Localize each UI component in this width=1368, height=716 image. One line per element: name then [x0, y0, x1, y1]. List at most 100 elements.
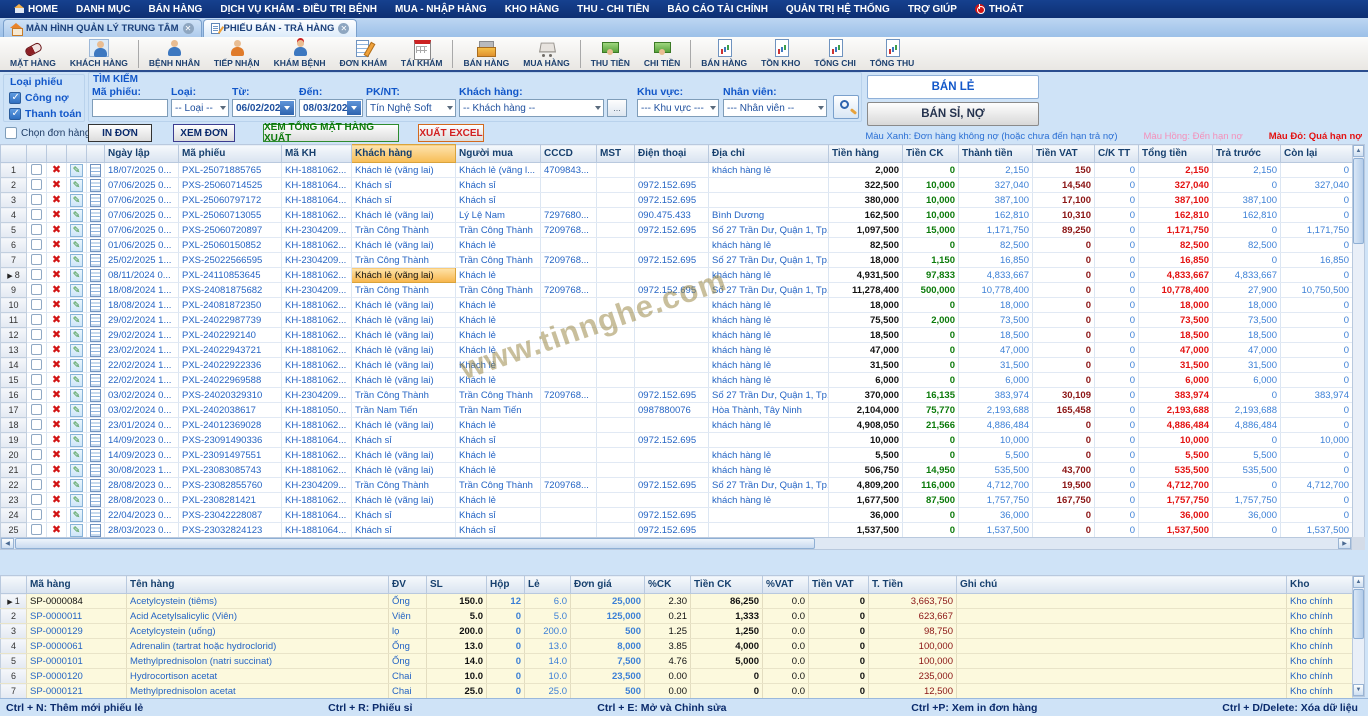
calendar-dropdown-icon[interactable] [280, 101, 294, 115]
menu-ban-hang[interactable]: BÁN HÀNG [139, 4, 211, 15]
in-don-button[interactable]: IN ĐƠN [88, 124, 152, 142]
close-tab-icon[interactable]: ✕ [183, 23, 194, 34]
column-header-mst[interactable]: MST [597, 145, 635, 163]
invoice-row[interactable]: 25✖✎28/03/2023 0...PXS-23032824123KH-188… [1, 523, 1353, 538]
column-header-ten_hang[interactable]: Tên hàng [127, 576, 389, 594]
view-row-icon[interactable] [90, 464, 101, 477]
delete-row-icon[interactable]: ✖ [52, 328, 61, 341]
edit-row-icon[interactable]: ✎ [70, 254, 83, 267]
edit-row-icon[interactable]: ✎ [70, 239, 83, 252]
column-header-thanh_tien[interactable]: Thành tiền [959, 145, 1033, 163]
row-checkbox[interactable] [31, 269, 42, 280]
delete-row-icon[interactable]: ✖ [52, 358, 61, 371]
edit-row-icon[interactable]: ✎ [70, 314, 83, 327]
edit-row-icon[interactable]: ✎ [70, 299, 83, 312]
invoice-row[interactable]: 20✖✎14/09/2023 0...PXL-23091497551KH-188… [1, 448, 1353, 463]
toolbar-tiep-nhan[interactable]: TIẾP NHẬN [207, 37, 267, 70]
column-header-tien_vat[interactable]: Tiền VAT [1033, 145, 1095, 163]
column-header-don_gia[interactable]: Đơn giá [571, 576, 645, 594]
toolbar-ban-hang[interactable]: BÁN HÀNG [456, 37, 516, 70]
toolbar-tong-chi[interactable]: TỔNG CHI [807, 37, 863, 70]
close-tab-icon[interactable]: ✕ [338, 23, 349, 34]
row-checkbox[interactable] [31, 239, 42, 250]
menu-tro-giup[interactable]: TRỢ GIÚP [899, 4, 966, 15]
scroll-up-icon[interactable]: ▲ [1353, 145, 1364, 157]
xem-tong-mat-hang-xuat-button[interactable]: XEM TỔNG MẶT HÀNG XUẤT [263, 124, 399, 142]
row-checkbox[interactable] [31, 404, 42, 415]
column-header-ck_tt[interactable]: C/K TT [1095, 145, 1139, 163]
view-row-icon[interactable] [90, 299, 101, 312]
invoice-row[interactable]: 23✖✎28/08/2023 0...PXL-2308281421KH-1881… [1, 493, 1353, 508]
view-row-icon[interactable] [90, 404, 101, 417]
row-checkbox[interactable] [31, 299, 42, 310]
edit-row-icon[interactable]: ✎ [70, 209, 83, 222]
edit-row-icon[interactable]: ✎ [70, 164, 83, 177]
row-checkbox[interactable] [31, 434, 42, 445]
delete-row-icon[interactable]: ✖ [52, 253, 61, 266]
row-checkbox[interactable] [31, 374, 42, 385]
toolbar-ban-hang-report[interactable]: BÁN HÀNG [694, 37, 754, 70]
view-row-icon[interactable] [90, 479, 101, 492]
edit-row-icon[interactable]: ✎ [70, 494, 83, 507]
invoice-row[interactable]: 12✖✎29/02/2024 1...PXL-2402292140KH-1881… [1, 328, 1353, 343]
edit-row-icon[interactable]: ✎ [70, 179, 83, 192]
xem-don-button[interactable]: XEM ĐƠN [173, 124, 235, 142]
row-checkbox[interactable] [31, 344, 42, 355]
search-button[interactable] [833, 95, 859, 119]
column-header-t_tien[interactable]: T. Tiền [869, 576, 957, 594]
column-header-cccd[interactable]: CCCD [541, 145, 597, 163]
product-row[interactable]: 6SP-0000120Hydrocortison acetatChai10.00… [1, 669, 1353, 684]
khach-hang-more-button[interactable]: ... [607, 99, 627, 117]
xuat-excel-button[interactable]: XUẤT EXCEL [418, 124, 484, 142]
view-row-icon[interactable] [90, 254, 101, 267]
row-checkbox[interactable] [31, 524, 42, 535]
view-row-icon[interactable] [90, 389, 101, 402]
column-header-nguoi_mua[interactable]: Người mua [456, 145, 541, 163]
edit-row-icon[interactable]: ✎ [70, 419, 83, 432]
column-header-con_lai[interactable]: Còn lại [1281, 145, 1353, 163]
scroll-right-icon[interactable]: ▶ [1338, 538, 1351, 549]
invoice-row[interactable]: 2✖✎07/06/2025 0...PXS-25060714525KH-1881… [1, 178, 1353, 193]
den-date-input[interactable]: 08/03/2026 [299, 99, 363, 117]
thanh-toan-checkbox-icon[interactable] [9, 108, 21, 120]
product-row[interactable]: 5SP-0000101Methylprednisolon (natri succ… [1, 654, 1353, 669]
row-checkbox[interactable] [31, 194, 42, 205]
row-checkbox[interactable] [31, 314, 42, 325]
delete-row-icon[interactable]: ✖ [52, 223, 61, 236]
edit-row-icon[interactable]: ✎ [70, 224, 83, 237]
toolbar-mua-hang[interactable]: MUA HÀNG [516, 37, 576, 70]
select-all-header[interactable] [1, 145, 27, 163]
column-header-dien_thoai[interactable]: Điện thoại [635, 145, 709, 163]
invoice-horizontal-scrollbar[interactable]: ◀ ▶ [0, 537, 1352, 550]
view-row-icon[interactable] [90, 524, 101, 537]
view-row-icon[interactable] [90, 344, 101, 357]
row-checkbox[interactable] [31, 479, 42, 490]
invoice-row[interactable]: 4✖✎07/06/2025 0...PXL-25060713055KH-1881… [1, 208, 1353, 223]
row-checkbox[interactable] [31, 389, 42, 400]
delete-row-icon[interactable]: ✖ [52, 388, 61, 401]
column-header-dia_chi[interactable]: Địa chỉ [709, 145, 829, 163]
view-row-icon[interactable] [90, 239, 101, 252]
edit-row-icon[interactable]: ✎ [70, 374, 83, 387]
product-row[interactable]: 3SP-0000129Acetylcystein (uống)lọ200.002… [1, 624, 1353, 639]
select-all-header[interactable] [1, 576, 27, 594]
column-header-tra_truoc[interactable]: Trả trước [1213, 145, 1281, 163]
ban-si-no-button[interactable]: BÁN SỈ, NỢ [867, 102, 1039, 126]
delete-row-icon[interactable]: ✖ [52, 403, 61, 416]
column-header-khach_hang[interactable]: Khách hàng [352, 145, 456, 163]
view-row-icon[interactable] [90, 284, 101, 297]
chon-don-hang-checkbox-icon[interactable] [5, 127, 17, 139]
delete-row-icon[interactable]: ✖ [52, 418, 61, 431]
column-header-ngay_lap[interactable]: Ngày lập [105, 145, 179, 163]
menu-thoat[interactable]: THOÁT [966, 4, 1032, 15]
delete-row-icon[interactable]: ✖ [52, 238, 61, 251]
view-row-icon[interactable] [90, 509, 101, 522]
view-row-icon[interactable] [90, 224, 101, 237]
delete-row-icon[interactable]: ✖ [52, 178, 61, 191]
product-row[interactable]: 2SP-0000011Acid Acetylsalicylic (Viên)Vi… [1, 609, 1353, 624]
row-checkbox[interactable] [31, 509, 42, 520]
invoice-row[interactable]: 10✖✎18/08/2024 1...PXL-24081872350KH-188… [1, 298, 1353, 313]
edit-row-icon[interactable]: ✎ [70, 344, 83, 357]
invoice-row[interactable]: 24✖✎22/04/2023 0...PXS-23042228087KH-188… [1, 508, 1353, 523]
row-checkbox[interactable] [31, 329, 42, 340]
